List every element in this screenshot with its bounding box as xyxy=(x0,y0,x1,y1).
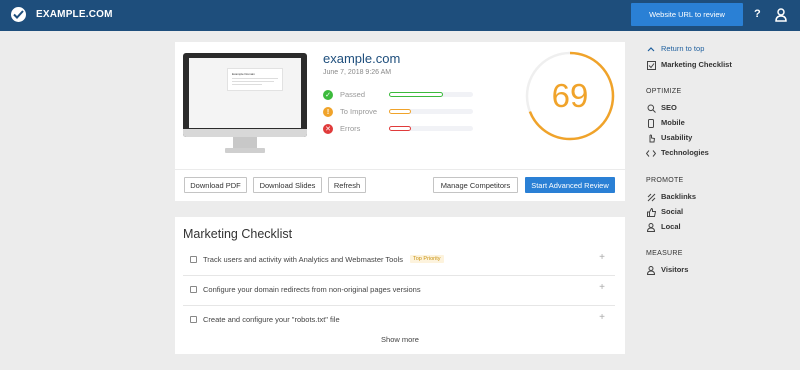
sidebar-heading-promote: PROMOTE xyxy=(646,177,684,184)
score-value: 69 xyxy=(551,77,589,114)
monitor-screen: Example Domain xyxy=(189,58,301,128)
site-title[interactable]: example.com xyxy=(323,51,400,66)
status-bar xyxy=(389,109,473,114)
sidebar-item-label: Social xyxy=(661,207,684,216)
list-item[interactable]: Configure your domain redirects from non… xyxy=(183,276,615,306)
sidebar-item-label: Mobile xyxy=(661,118,685,127)
website-url-button[interactable]: Website URL to review xyxy=(631,3,743,26)
checkbox-icon xyxy=(646,60,656,70)
download-slides-button[interactable]: Download Slides xyxy=(253,177,322,193)
sidebar-item-label: SEO xyxy=(661,103,677,112)
marketing-checklist-card: Marketing Checklist Track users and acti… xyxy=(175,217,625,354)
status-bar-fill xyxy=(389,92,443,97)
top-bar: EXAMPLE.COM Website URL to review ? xyxy=(0,0,800,31)
sidebar-item-label: Technologies xyxy=(661,148,709,157)
sidebar-item-label: Local xyxy=(661,222,681,231)
status-bar-fill xyxy=(389,126,411,131)
thumbnail-page-title: Example Domain xyxy=(232,72,255,76)
person-icon xyxy=(646,265,656,275)
checkbox[interactable] xyxy=(190,256,197,263)
sidebar-item-label: Return to top xyxy=(661,44,705,53)
thumbnail-page: Example Domain xyxy=(227,68,283,91)
status-errors[interactable]: ✕ Errors xyxy=(323,123,483,135)
monitor-neck xyxy=(233,137,257,148)
expand-icon[interactable]: + xyxy=(599,282,605,293)
search-icon xyxy=(646,103,656,113)
download-pdf-button[interactable]: Download PDF xyxy=(184,177,247,193)
thumbs-up-icon xyxy=(646,207,656,217)
checkbox[interactable] xyxy=(190,316,197,323)
link-icon xyxy=(646,192,656,202)
status-bar-fill xyxy=(389,109,411,114)
list-item[interactable]: Create and configure your "robots.txt" f… xyxy=(183,306,615,336)
checkbox[interactable] xyxy=(190,286,197,293)
thumbnail-text-line xyxy=(232,84,262,85)
sidebar-item-label: Marketing Checklist xyxy=(661,60,732,69)
monitor-foot xyxy=(225,148,265,153)
status-passed[interactable]: ✓ Passed xyxy=(323,89,483,101)
brand-name[interactable]: EXAMPLE.COM xyxy=(36,9,113,20)
warning-icon: ! xyxy=(323,107,333,117)
show-more-link[interactable]: Show more xyxy=(175,335,625,344)
site-thumbnail: Example Domain xyxy=(183,53,307,153)
sidebar-heading-measure: MEASURE xyxy=(646,250,683,257)
list-item-text: Create and configure your "robots.txt" f… xyxy=(203,315,340,324)
help-icon[interactable]: ? xyxy=(754,8,761,20)
divider xyxy=(175,169,625,170)
list-item-text: Track users and activity with Analytics … xyxy=(203,255,403,264)
start-advanced-review-button[interactable]: Start Advanced Review xyxy=(525,177,615,193)
sidebar-item-label: Visitors xyxy=(661,265,689,274)
thumbnail-text-line xyxy=(232,81,274,82)
error-icon: ✕ xyxy=(323,124,333,134)
expand-icon[interactable]: + xyxy=(599,312,605,323)
status-bar xyxy=(389,126,473,131)
status-label: To Improve xyxy=(340,107,378,116)
list-item[interactable]: Track users and activity with Analytics … xyxy=(183,246,615,276)
status-label: Passed xyxy=(340,90,366,99)
summary-card: Example Domain example.com June 7, 2018 … xyxy=(175,42,625,201)
status-to-improve[interactable]: ! To Improve xyxy=(323,106,483,118)
monitor-chin xyxy=(183,129,307,137)
thumbnail-text-line xyxy=(232,78,278,79)
review-date: June 7, 2018 9:26 AM xyxy=(323,69,392,76)
passed-icon: ✓ xyxy=(323,90,333,100)
person-icon xyxy=(646,222,656,232)
chevron-up-icon xyxy=(646,44,656,54)
code-icon xyxy=(646,148,656,158)
user-icon[interactable] xyxy=(775,8,787,24)
list-item-text: Configure your domain redirects from non… xyxy=(203,285,421,294)
sidebar-item-label: Usability xyxy=(661,133,693,142)
refresh-button[interactable]: Refresh xyxy=(328,177,366,193)
status-label: Errors xyxy=(340,124,361,133)
manage-competitors-button[interactable]: Manage Competitors xyxy=(433,177,518,193)
status-bar xyxy=(389,92,473,97)
hand-pointer-icon xyxy=(646,133,656,143)
sidebar-heading-optimize: OPTIMIZE xyxy=(646,88,682,95)
checklist-title: Marketing Checklist xyxy=(183,227,293,241)
expand-icon[interactable]: + xyxy=(599,252,605,263)
logo-icon[interactable] xyxy=(11,7,26,22)
sidebar-item-label: Backlinks xyxy=(661,192,697,201)
mobile-icon xyxy=(646,118,656,128)
priority-badge: Top Priority xyxy=(410,255,444,263)
